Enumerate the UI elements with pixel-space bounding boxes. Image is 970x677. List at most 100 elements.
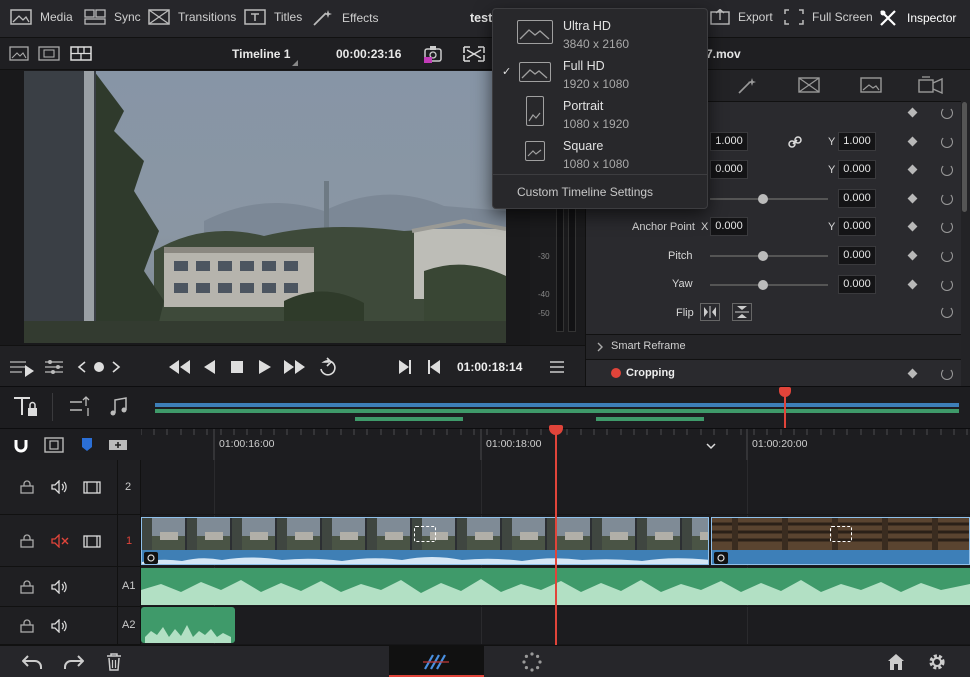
pitch-field[interactable]: 0.000	[838, 246, 876, 265]
chevron-down-icon[interactable]	[706, 443, 716, 451]
yaw-slider[interactable]	[710, 284, 828, 286]
undo-icon[interactable]	[22, 653, 44, 671]
lock-icon[interactable]	[20, 580, 34, 594]
resolution-option-portrait[interactable]: Portrait 1080 x 1920	[493, 91, 707, 131]
reset-icon[interactable]	[941, 164, 953, 176]
flip-horizontal-icon[interactable]	[700, 303, 720, 321]
clip-mode-icon[interactable]	[8, 359, 36, 377]
resolution-option-full-hd[interactable]: ✓ Full HD 1920 x 1080	[493, 51, 707, 91]
lock-icon[interactable]	[20, 534, 34, 548]
yaw-field[interactable]: 0.000	[838, 275, 876, 294]
reset-icon[interactable]	[941, 107, 953, 119]
video-track-toggle-icon[interactable]	[83, 535, 101, 548]
add-marker-icon[interactable]	[108, 437, 128, 453]
stop-icon[interactable]	[230, 360, 244, 374]
resolution-option-ultra-hd[interactable]: Ultra HD 3840 x 2160	[493, 11, 707, 51]
zoom-x-field[interactable]: 1.000	[710, 132, 748, 151]
position-lock-icon[interactable]	[44, 437, 64, 453]
playhead-line[interactable]	[555, 428, 557, 645]
video-frame[interactable]	[24, 71, 506, 343]
inspector-button[interactable]: Inspector	[879, 9, 956, 27]
yaw-slider-knob[interactable]	[758, 280, 768, 290]
next-clip-icon[interactable]	[110, 361, 122, 373]
export-button[interactable]: Export	[710, 9, 773, 25]
smart-reframe-section[interactable]: Smart Reframe	[586, 334, 961, 358]
reset-icon[interactable]	[941, 136, 953, 148]
marker-flag-icon[interactable]	[80, 437, 94, 453]
pitch-slider-knob[interactable]	[758, 251, 768, 261]
snap-magnet-icon[interactable]	[12, 437, 30, 455]
effects-tab-icon[interactable]	[736, 77, 758, 95]
previous-clip-icon[interactable]	[76, 361, 88, 373]
filmstrip-view-icon[interactable]	[38, 46, 60, 61]
anchor-y-field[interactable]: 0.000	[838, 217, 876, 236]
mini-playhead[interactable]	[784, 393, 786, 429]
transition-tab-icon[interactable]	[798, 77, 820, 93]
reset-icon[interactable]	[941, 193, 953, 205]
rotation-field[interactable]: 0.000	[838, 189, 876, 208]
edit-page-tab[interactable]	[389, 646, 484, 677]
sync-button[interactable]: Sync	[84, 9, 141, 25]
pitch-slider[interactable]	[710, 255, 828, 257]
adjust-sliders-icon[interactable]	[44, 359, 64, 375]
go-to-end-icon[interactable]	[283, 359, 307, 375]
effects-button[interactable]: Effects	[312, 9, 378, 27]
keyframe-diamond[interactable]	[907, 368, 918, 379]
grid-view-icon[interactable]	[70, 46, 92, 61]
video-clip[interactable]	[141, 517, 709, 565]
media-button[interactable]: Media	[10, 9, 73, 25]
transitions-button[interactable]: Transitions	[148, 9, 236, 25]
resolution-option-square[interactable]: Square 1080 x 1080	[493, 131, 707, 171]
trash-icon[interactable]	[106, 653, 122, 671]
rotation-slider-knob[interactable]	[758, 194, 768, 204]
next-edit-icon[interactable]	[426, 359, 442, 375]
video-clip[interactable]	[711, 517, 970, 565]
video-track-toggle-icon[interactable]	[83, 481, 101, 494]
go-to-start-icon[interactable]	[168, 359, 192, 375]
fullscreen-button[interactable]: Full Screen	[784, 9, 873, 25]
play-reverse-icon[interactable]	[202, 359, 216, 375]
music-note-icon[interactable]	[108, 396, 130, 418]
position-y-field[interactable]: 0.000	[838, 160, 876, 179]
mini-playhead-handle[interactable]	[779, 387, 791, 397]
source-viewer-icon[interactable]	[9, 46, 29, 61]
previous-edit-icon[interactable]	[397, 359, 413, 375]
loading-spinner-icon[interactable]	[522, 652, 542, 672]
redo-icon[interactable]	[62, 653, 84, 671]
zoom-y-field[interactable]: 1.000	[838, 132, 876, 151]
speaker-icon[interactable]	[51, 480, 69, 494]
lock-icon[interactable]	[20, 619, 34, 633]
reset-icon[interactable]	[941, 250, 953, 262]
gear-icon[interactable]	[927, 652, 947, 672]
cropping-enable-dot[interactable]	[611, 368, 621, 378]
reset-icon[interactable]	[941, 279, 953, 291]
resolution-icon[interactable]	[460, 43, 488, 65]
trim-lock-icon[interactable]	[12, 395, 40, 419]
titles-button[interactable]: Titles	[244, 9, 302, 25]
speaker-icon[interactable]	[51, 580, 69, 594]
custom-timeline-settings[interactable]: Custom Timeline Settings	[517, 185, 653, 199]
camera-record-icon[interactable]	[422, 43, 446, 65]
speaker-muted-icon[interactable]	[51, 534, 69, 548]
timeline-name[interactable]: Timeline 1	[232, 47, 290, 61]
rotation-slider[interactable]	[710, 198, 828, 200]
cropping-section[interactable]: Cropping	[586, 359, 961, 386]
file-tab-icon[interactable]	[918, 76, 944, 94]
anchor-x-field[interactable]: 0.000	[710, 217, 748, 236]
home-icon[interactable]	[887, 653, 905, 671]
flip-vertical-icon[interactable]	[732, 303, 752, 321]
link-icon[interactable]	[788, 135, 802, 149]
audio-clip[interactable]	[141, 607, 235, 643]
speaker-icon[interactable]	[51, 619, 69, 633]
lock-icon[interactable]	[20, 480, 34, 494]
image-tab-icon[interactable]	[860, 77, 882, 93]
play-icon[interactable]	[258, 359, 272, 375]
menu-icon[interactable]	[549, 360, 565, 374]
reset-icon[interactable]	[941, 221, 953, 233]
mark-dot-icon[interactable]	[93, 361, 105, 373]
reset-icon[interactable]	[941, 306, 953, 318]
inspector-scrollbar[interactable]	[962, 102, 967, 212]
position-x-field[interactable]: 0.000	[710, 160, 748, 179]
reset-icon[interactable]	[941, 368, 953, 380]
timeline-ruler[interactable]: 01:00:16:00 01:00:18:00 01:00:20:00	[0, 428, 970, 461]
